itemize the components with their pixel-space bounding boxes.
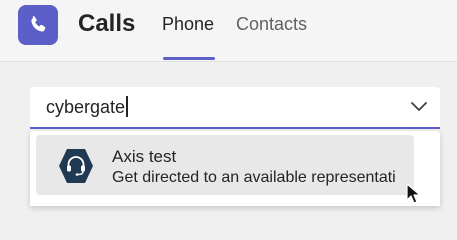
search-combobox[interactable]: cybergate [30,87,440,129]
phone-icon[interactable] [18,5,58,45]
app-title: Calls [78,10,136,37]
headset-icon [59,149,93,183]
chevron-down-icon[interactable] [410,100,428,114]
text-caret [126,96,128,117]
result-subtitle: Get directed to an available representat… [112,169,396,186]
tab-contacts[interactable]: Contacts [236,14,307,35]
mouse-cursor-icon [406,183,421,204]
list-item-axis-test[interactable]: Axis test Get directed to an available r… [36,135,414,195]
search-input[interactable]: cybergate [46,96,128,118]
search-results-dropdown: Axis test Get directed to an available r… [30,131,440,206]
tab-selected-indicator [163,57,215,60]
tab-phone[interactable]: Phone [162,14,214,35]
result-title: Axis test [112,147,177,166]
app-header: Calls Phone Contacts [0,0,457,62]
